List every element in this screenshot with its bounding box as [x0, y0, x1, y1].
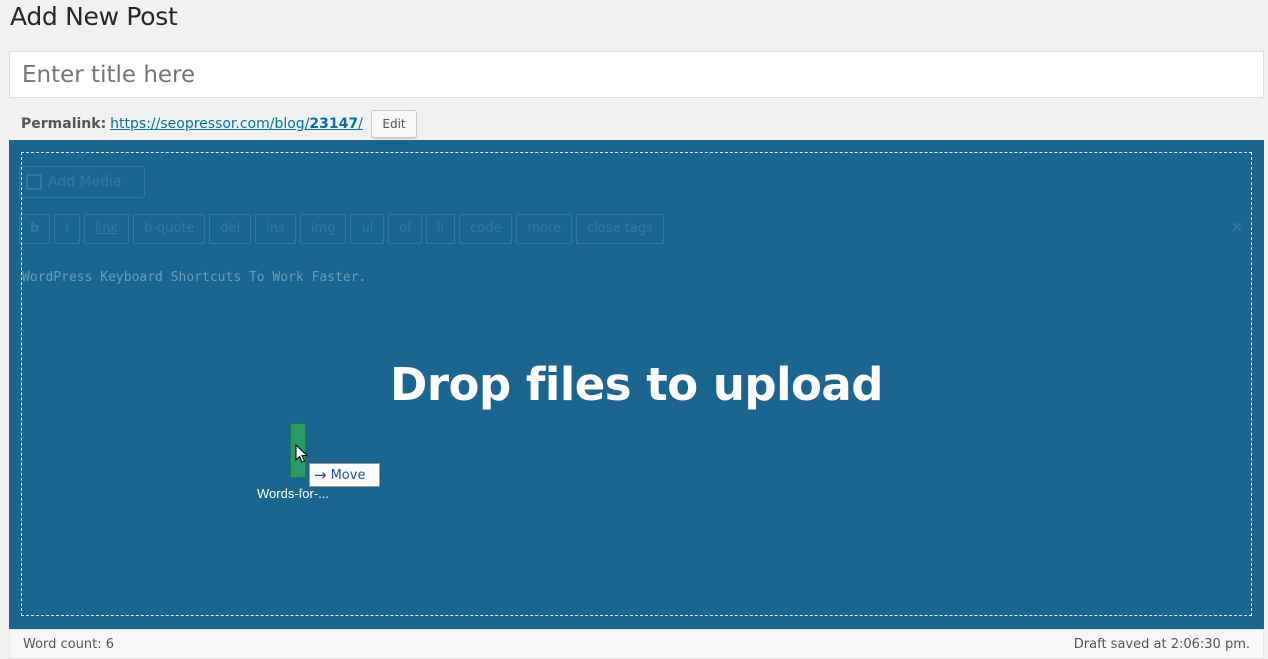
post-editor[interactable]: Add Media b i link b-quote del ins img u…: [9, 140, 1264, 629]
permalink-link[interactable]: https://seopressor.com/blog/23147/: [110, 116, 363, 132]
permalink-prefix: https://seopressor.com/blog/: [110, 116, 310, 132]
permalink-row: Permalink: https://seopressor.com/blog/2…: [21, 116, 363, 132]
word-count: Word count: 6: [23, 636, 115, 652]
page-title: Add New Post: [10, 2, 178, 31]
dragged-file-label: Words-for-...: [257, 486, 329, 501]
edit-permalink-button[interactable]: Edit: [371, 110, 417, 138]
mouse-cursor-icon: [295, 444, 309, 463]
permalink-label: Permalink:: [21, 116, 107, 132]
editor-status-bar: Word count: 6 Draft saved at 2:06:30 pm.: [9, 629, 1264, 659]
permalink-suffix: /: [358, 116, 363, 132]
drag-move-tooltip: → Move: [309, 463, 380, 487]
drop-files-message: Drop files to upload: [390, 358, 884, 411]
move-label: Move: [330, 467, 366, 483]
arrow-right-icon: →: [314, 466, 327, 484]
post-title-input[interactable]: [9, 51, 1264, 98]
draft-saved-status: Draft saved at 2:06:30 pm.: [1073, 636, 1250, 652]
permalink-slug: 23147: [309, 116, 359, 132]
